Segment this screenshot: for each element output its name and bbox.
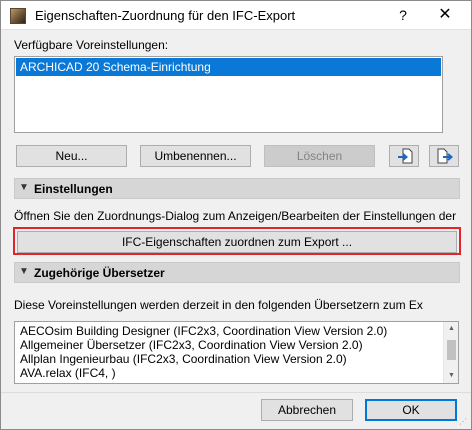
scroll-thumb[interactable] xyxy=(447,340,456,360)
settings-section-header[interactable]: ▼ Einstellungen xyxy=(14,178,460,199)
settings-section-label: Einstellungen xyxy=(34,182,113,196)
vertical-scrollbar[interactable]: ▲ ▼ xyxy=(443,322,458,383)
import-icon xyxy=(398,148,413,164)
footer-divider xyxy=(1,392,471,393)
translator-item[interactable]: AECOsim Building Designer (IFC2x3, Coord… xyxy=(20,324,387,338)
settings-description: Öffnen Sie den Zuordnungs-Dialog zum Anz… xyxy=(14,209,460,223)
scroll-down-arrow-icon[interactable]: ▼ xyxy=(444,369,459,383)
preset-item-selected[interactable]: ARCHICAD 20 Schema-Einrichtung xyxy=(16,58,441,76)
collapse-arrow-icon: ▼ xyxy=(19,182,29,193)
presets-list[interactable]: ARCHICAD 20 Schema-Einrichtung xyxy=(14,56,443,133)
translators-description: Diese Voreinstellungen werden derzeit in… xyxy=(14,298,423,312)
map-button-highlight: IFC-Eigenschaften zuordnen zum Export ..… xyxy=(13,227,461,255)
rename-preset-button[interactable]: Umbenennen... xyxy=(140,145,251,167)
resize-grip-icon[interactable]: ⋰ xyxy=(459,417,469,427)
translator-item[interactable]: Allgemeiner Übersetzer (IFC2x3, Coordina… xyxy=(20,338,363,352)
delete-preset-button[interactable]: Löschen xyxy=(264,145,375,167)
ifc-export-mapping-dialog: Eigenschaften-Zuordnung für den IFC-Expo… xyxy=(0,0,472,430)
close-button[interactable]: ✕ xyxy=(434,4,456,26)
export-icon xyxy=(437,148,453,164)
import-preset-button[interactable] xyxy=(389,145,419,167)
window-title: Eigenschaften-Zuordnung für den IFC-Expo… xyxy=(35,8,296,23)
cancel-button[interactable]: Abbrechen xyxy=(261,399,353,421)
translator-item[interactable]: Allplan Ingenieurbau (IFC2x3, Coordinati… xyxy=(20,352,347,366)
help-button[interactable]: ? xyxy=(393,5,413,25)
new-preset-button[interactable]: Neu... xyxy=(16,145,127,167)
collapse-arrow-icon: ▼ xyxy=(19,266,29,277)
presets-label: Verfügbare Voreinstellungen: xyxy=(14,38,169,52)
translator-item[interactable]: AVA.relax (IFC4, ) xyxy=(20,366,116,380)
ok-button[interactable]: OK xyxy=(365,399,457,421)
translators-section-header[interactable]: ▼ Zugehörige Übersetzer xyxy=(14,262,460,283)
export-preset-button[interactable] xyxy=(429,145,459,167)
map-ifc-properties-button[interactable]: IFC-Eigenschaften zuordnen zum Export ..… xyxy=(17,231,457,253)
translators-list[interactable]: AECOsim Building Designer (IFC2x3, Coord… xyxy=(14,321,459,384)
scroll-up-arrow-icon[interactable]: ▲ xyxy=(444,322,459,336)
translators-section-label: Zugehörige Übersetzer xyxy=(34,266,165,280)
archicad-app-icon xyxy=(10,8,26,24)
title-bar: Eigenschaften-Zuordnung für den IFC-Expo… xyxy=(1,1,471,30)
